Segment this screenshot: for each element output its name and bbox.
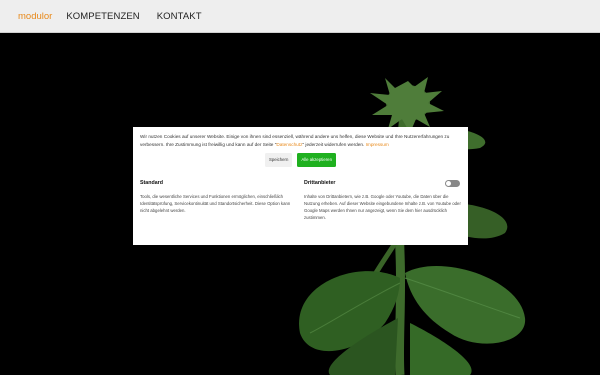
privacy-link[interactable]: Datenschutz	[276, 142, 302, 147]
toggle-knob	[446, 181, 451, 187]
cookie-categories: Standard Tools, die wesentliche Services…	[140, 180, 461, 221]
imprint-link[interactable]: Impressum	[366, 142, 389, 147]
top-navigation: modulor KOMPETENZEN KONTAKT	[0, 0, 600, 33]
nav-link-kontakt[interactable]: KONTAKT	[157, 11, 202, 22]
save-button[interactable]: Speichern	[265, 153, 293, 167]
cookie-consent-dialog: Wir nutzen Cookies auf unserer Website. …	[133, 127, 468, 245]
category-third-party-title: Drittanbieter	[304, 180, 336, 186]
cookie-intro-text-2: " jederzeit widerrufen werden.	[302, 141, 365, 147]
brand-logo[interactable]: modulor	[18, 11, 52, 22]
cookie-intro: Wir nutzen Cookies auf unserer Website. …	[140, 133, 461, 148]
category-third-party: Drittanbieter Inhalte von Drittanbietern…	[304, 180, 461, 221]
nav-link-kompetenzen[interactable]: KOMPETENZEN	[66, 11, 139, 22]
category-standard-text: Tools, die wesentliche Services und Funk…	[140, 193, 291, 213]
category-standard-title: Standard	[140, 180, 163, 186]
third-party-toggle[interactable]	[445, 180, 460, 188]
accept-all-button[interactable]: Alle akzeptieren	[297, 153, 336, 167]
category-standard: Standard Tools, die wesentliche Services…	[140, 180, 297, 221]
category-third-party-text: Inhalte von Drittanbietern, wie z.B. Goo…	[304, 193, 461, 220]
cookie-buttons: Speichern Alle akzeptieren	[140, 153, 461, 167]
